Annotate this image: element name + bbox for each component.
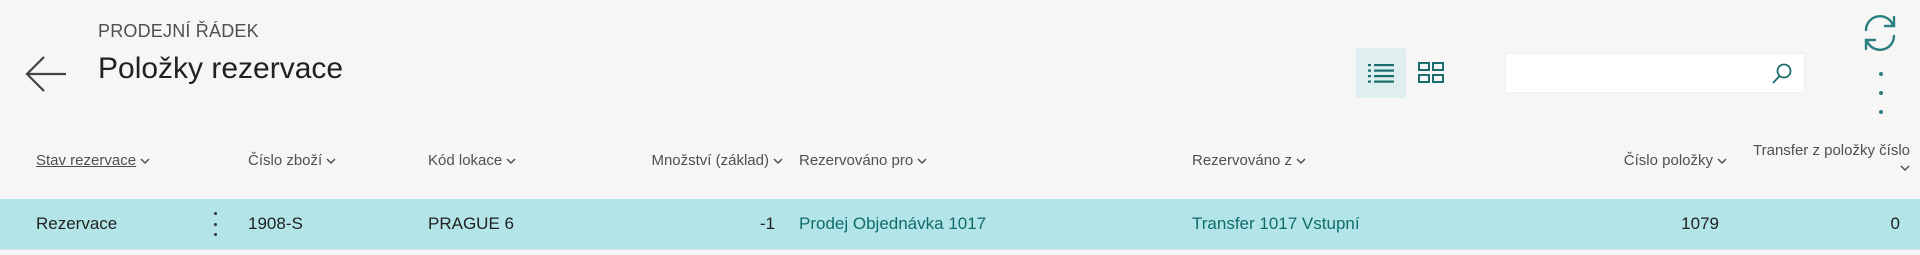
chevron-down-icon	[773, 158, 783, 165]
column-header-rezervovano-z[interactable]: Rezervováno z	[1192, 152, 1306, 169]
search-icon[interactable]	[1770, 62, 1794, 86]
chevron-down-icon	[326, 158, 336, 165]
chevron-down-icon	[140, 158, 150, 165]
chevron-down-icon	[1717, 158, 1727, 165]
tile-view-button[interactable]	[1406, 48, 1456, 98]
search-input[interactable]	[1506, 54, 1756, 92]
refresh-icon	[1864, 15, 1896, 51]
page-caption: PRODEJNÍ ŘÁDEK	[98, 21, 259, 41]
cell-kod-lokace: PRAGUE 6	[428, 214, 514, 233]
cell-stav-rezervace: Rezervace	[36, 214, 118, 233]
column-header-cislo-polozky[interactable]: Číslo položky	[1624, 152, 1727, 169]
column-header-cislo-zbozi[interactable]: Číslo zboží	[248, 152, 336, 169]
list-view-icon	[1368, 64, 1394, 83]
arrow-left-icon	[25, 56, 66, 92]
more-vertical-icon[interactable]	[1874, 72, 1888, 114]
chevron-down-icon	[917, 158, 927, 165]
back-button[interactable]	[24, 52, 68, 96]
reservation-entries-page: PRODEJNÍ ŘÁDEK Položky rezervace Stav re…	[0, 0, 1920, 255]
refresh-button[interactable]	[1860, 13, 1900, 53]
cell-cislo-polozky: 1079	[1681, 214, 1719, 233]
chevron-down-icon	[1296, 158, 1306, 165]
cell-cislo-zbozi: 1908-S	[248, 214, 303, 233]
column-header-mnozstvi[interactable]: Množství (základ)	[651, 152, 783, 169]
page-title: Položky rezervace	[98, 52, 344, 85]
column-header-stav-rezervace[interactable]: Stav rezervace	[36, 152, 150, 169]
table-row[interactable]: Rezervace 1908-S PRAGUE 6 -1 Prodej Obje…	[0, 199, 1920, 249]
row-divider	[0, 249, 1920, 250]
cell-transfer: 0	[1890, 214, 1900, 233]
column-header-transfer[interactable]: Transfer z položky číslo	[1753, 143, 1910, 175]
chevron-down-icon	[506, 158, 516, 165]
cell-rezervovano-pro-link[interactable]: Prodej Objednávka 1017	[799, 214, 986, 234]
cell-mnozstvi: -1	[759, 214, 775, 233]
tile-view-icon	[1418, 62, 1444, 83]
search-box[interactable]	[1505, 53, 1805, 93]
chevron-down-icon	[1900, 165, 1910, 172]
column-header-rezervovano-pro[interactable]: Rezervováno pro	[799, 152, 927, 169]
cell-rezervovano-z-link[interactable]: Transfer 1017 Vstupní	[1192, 214, 1360, 234]
row-actions-icon[interactable]	[210, 212, 220, 236]
list-view-button[interactable]	[1356, 48, 1406, 98]
column-header-kod-lokace[interactable]: Kód lokace	[428, 152, 516, 169]
